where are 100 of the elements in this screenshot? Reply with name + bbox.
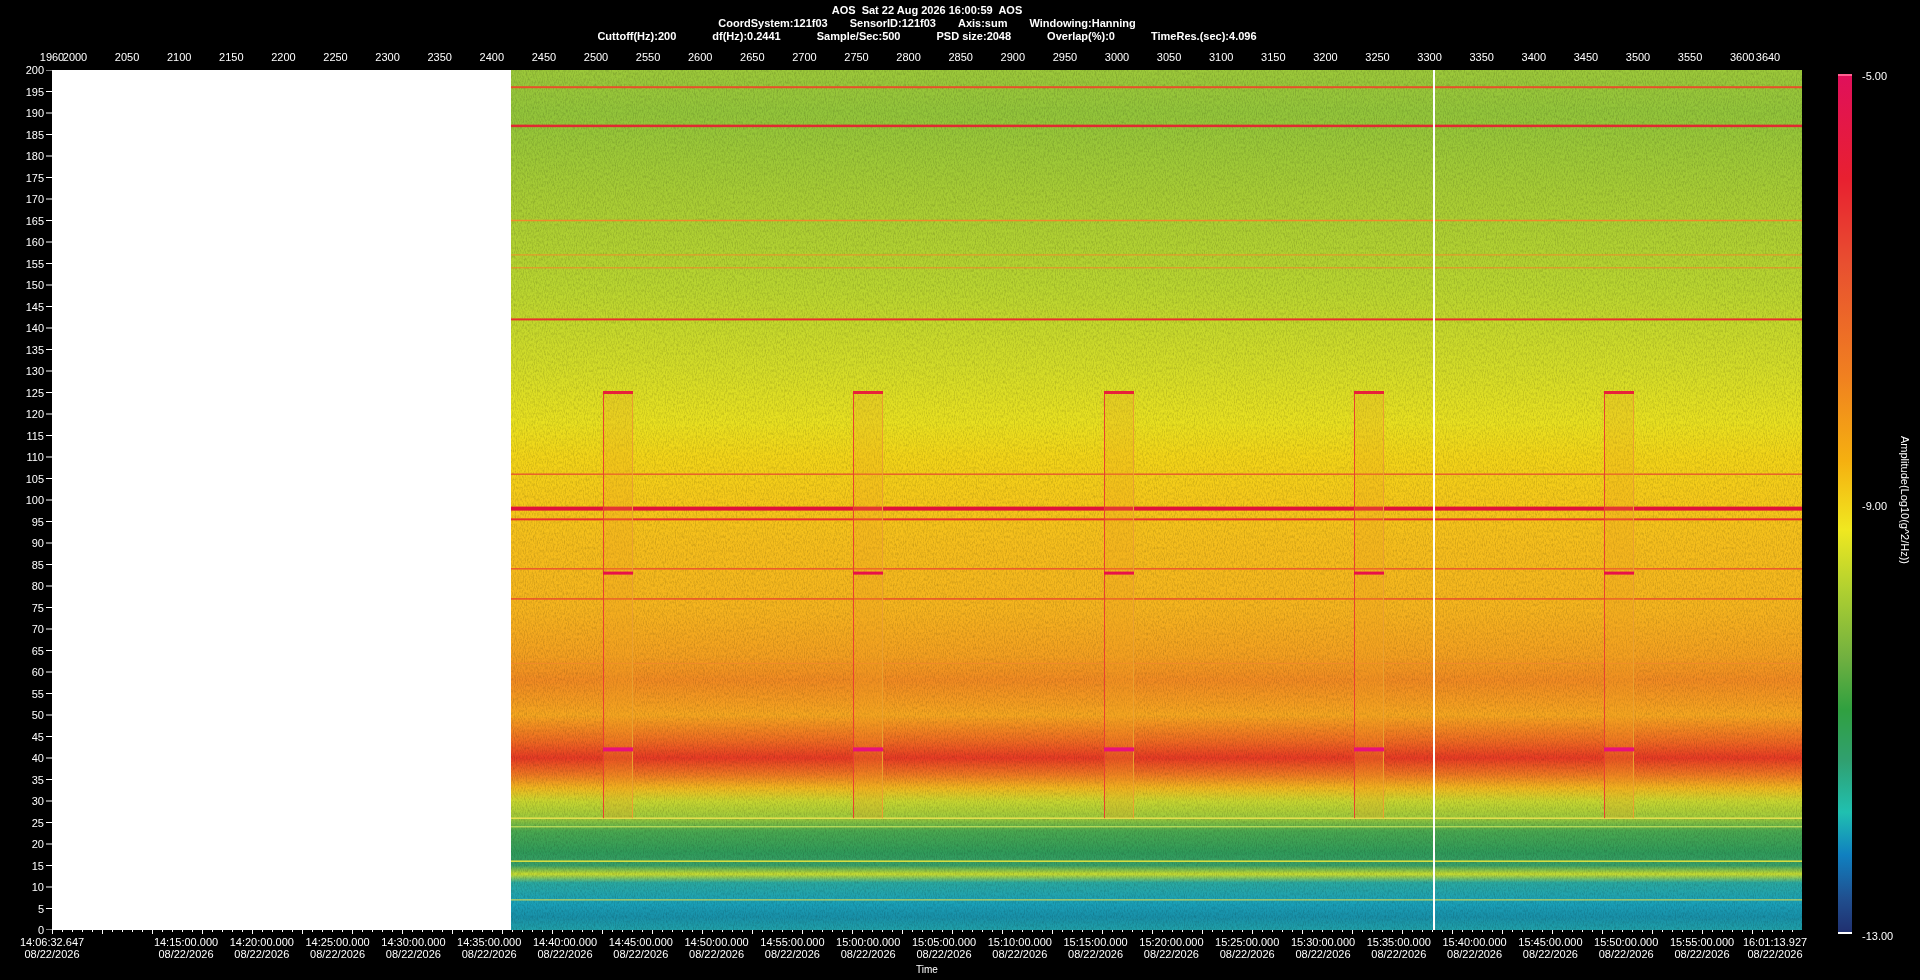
- axis-tick-label: 0: [37, 924, 44, 936]
- date-tick-label: 08/22/2026: [1143, 948, 1199, 960]
- axis-tick-label: 2150: [219, 50, 244, 65]
- axis-tick-label: 30: [31, 795, 44, 807]
- axis-tick-label: 100: [25, 494, 44, 506]
- axis-tick-label: 65: [31, 644, 44, 657]
- axis-tick-label: 200: [25, 64, 44, 76]
- axis-tick-label: 3100: [1208, 50, 1234, 65]
- axis-tick-label: 75: [31, 601, 44, 614]
- time-tick-label: 15:55:00.000: [1669, 936, 1735, 948]
- axis-tick-label: 110: [26, 451, 44, 463]
- axis-tick-label: 2550: [635, 50, 661, 65]
- axis-tick-label: 3150: [1261, 50, 1286, 65]
- time-tick-label: 15:50:00.000: [1594, 936, 1659, 948]
- info-text: Sample/Sec:500: [816, 30, 901, 43]
- axis-tick-label: 70: [31, 623, 44, 635]
- x-axis-title: Time: [916, 964, 938, 976]
- time-tick-label: 15:20:00.000: [1139, 936, 1204, 948]
- time-tick-label: 14:40:00.000: [532, 936, 598, 948]
- axis-tick-label: 165: [25, 214, 44, 227]
- axis-tick-label: 140: [25, 322, 44, 334]
- axis-tick-label: 2750: [844, 50, 869, 65]
- info-text: Windowing:Hanning: [1029, 17, 1136, 30]
- axis-tick-label: 125: [25, 386, 44, 399]
- date-tick-label: 08/22/2026: [461, 948, 517, 960]
- axis-tick-label: 3050: [1156, 50, 1182, 65]
- axis-tick-label: 3000: [1104, 50, 1130, 65]
- axis-tick-label: 2400: [479, 50, 505, 65]
- axis-tick-label: 2900: [1000, 50, 1026, 65]
- time-tick-label: 15:00:00.000: [836, 936, 901, 948]
- axis-tick-label: 60: [31, 666, 44, 678]
- date-tick-label: 08/22/2026: [1522, 948, 1578, 960]
- date-tick-label: 08/22/2026: [613, 948, 669, 960]
- axis-tick-label: 95: [31, 515, 44, 528]
- time-tick-label: 15:40:00.000: [1442, 936, 1507, 948]
- axis-tick-label: 170: [25, 193, 44, 205]
- axis-tick-label: 80: [31, 580, 44, 592]
- axis-tick-label: 2800: [896, 50, 921, 65]
- date-tick-label: 08/22/2026: [1747, 948, 1803, 960]
- axis-tick-label: 3550: [1677, 50, 1703, 65]
- axis-tick-label: 135: [25, 343, 44, 356]
- axis-tick-label: 2650: [740, 50, 765, 65]
- date-tick-label: 08/22/2026: [1598, 948, 1654, 960]
- time-tick-label: 15:15:00.000: [1063, 936, 1128, 948]
- axis-tick-label: 2050: [114, 50, 140, 65]
- info-text: Axis:sum: [957, 17, 1008, 30]
- axis-tick-label: 180: [25, 150, 44, 162]
- axis-tick-label: 3350: [1469, 50, 1494, 65]
- time-tick-label: 14:06:32.647: [19, 936, 85, 948]
- axis-tick-label: 175: [25, 171, 44, 184]
- info-text: df(Hz):0.2441: [712, 30, 781, 43]
- time-tick-label: 14:55:00.000: [760, 936, 825, 948]
- axis-tick-label: 5: [37, 902, 44, 915]
- axis-tick-label: 145: [25, 300, 44, 313]
- colorbar-tick-label: -5.00: [1862, 68, 1888, 84]
- axis-tick-label: 3300: [1417, 50, 1442, 65]
- time-tick-label: 16:01:13.927: [1742, 936, 1808, 948]
- date-tick-label: 08/22/2026: [24, 948, 80, 960]
- axis-tick-label: 10: [31, 881, 44, 893]
- axis-tick-label: 2950: [1052, 50, 1078, 65]
- axis-tick-label: 3400: [1521, 50, 1547, 65]
- date-tick-label: 08/22/2026: [158, 948, 214, 960]
- info-text: PSD size:2048: [936, 30, 1012, 43]
- time-tick-label: 15:25:00.000: [1215, 936, 1280, 948]
- axis-tick-label: 3640: [1755, 50, 1781, 65]
- date-tick-label: 08/22/2026: [1674, 948, 1730, 960]
- axis-tick-label: 1960: [39, 50, 65, 65]
- date-tick-label: 08/22/2026: [1219, 948, 1275, 960]
- axis-tick-label: 20: [31, 838, 44, 850]
- date-tick-label: 08/22/2026: [1371, 948, 1427, 960]
- axis-tick-label: 2000: [62, 50, 88, 65]
- axis-tick-label: 90: [31, 537, 44, 549]
- date-tick-label: 08/22/2026: [840, 948, 896, 960]
- axis-tick-label: 45: [31, 730, 44, 743]
- info-text: SensorID:121f03: [849, 17, 936, 30]
- axis-tick-label: 3600: [1729, 50, 1755, 65]
- axis-tick-label: 2600: [687, 50, 713, 65]
- axis-tick-label: 2350: [427, 50, 452, 65]
- axis-tick-label: 120: [25, 408, 44, 420]
- axis-tick-label: 2850: [948, 50, 973, 65]
- time-tick-label: 14:50:00.000: [684, 936, 749, 948]
- info-text: Overlap(%):0: [1047, 30, 1115, 43]
- time-tick-label: 14:15:00.000: [153, 936, 219, 948]
- axis-tick-label: 160: [25, 236, 44, 248]
- colorbar-tick-label: -13.00: [1862, 928, 1894, 944]
- axis-tick-label: 2300: [375, 50, 400, 65]
- date-tick-label: 08/22/2026: [310, 948, 366, 960]
- axis-tick-label: 15: [31, 859, 44, 872]
- axis-tick-label: 2250: [323, 50, 348, 65]
- axis-tick-label: 55: [31, 687, 44, 700]
- axis-tick-label: 3250: [1365, 50, 1390, 65]
- colorbar-label: Amplitude(Log10(g^2/Hz)): [1898, 435, 1913, 565]
- time-tick-label: 14:25:00.000: [305, 936, 370, 948]
- axis-tick-label: 2500: [583, 50, 609, 65]
- axis-tick-label: 155: [25, 257, 44, 270]
- date-tick-label: 08/22/2026: [234, 948, 290, 960]
- axis-tick-label: 185: [25, 128, 44, 141]
- date-tick-label: 08/22/2026: [1068, 948, 1124, 960]
- time-tick-label: 15:30:00.000: [1290, 936, 1356, 948]
- axis-tick-label: 195: [25, 85, 44, 98]
